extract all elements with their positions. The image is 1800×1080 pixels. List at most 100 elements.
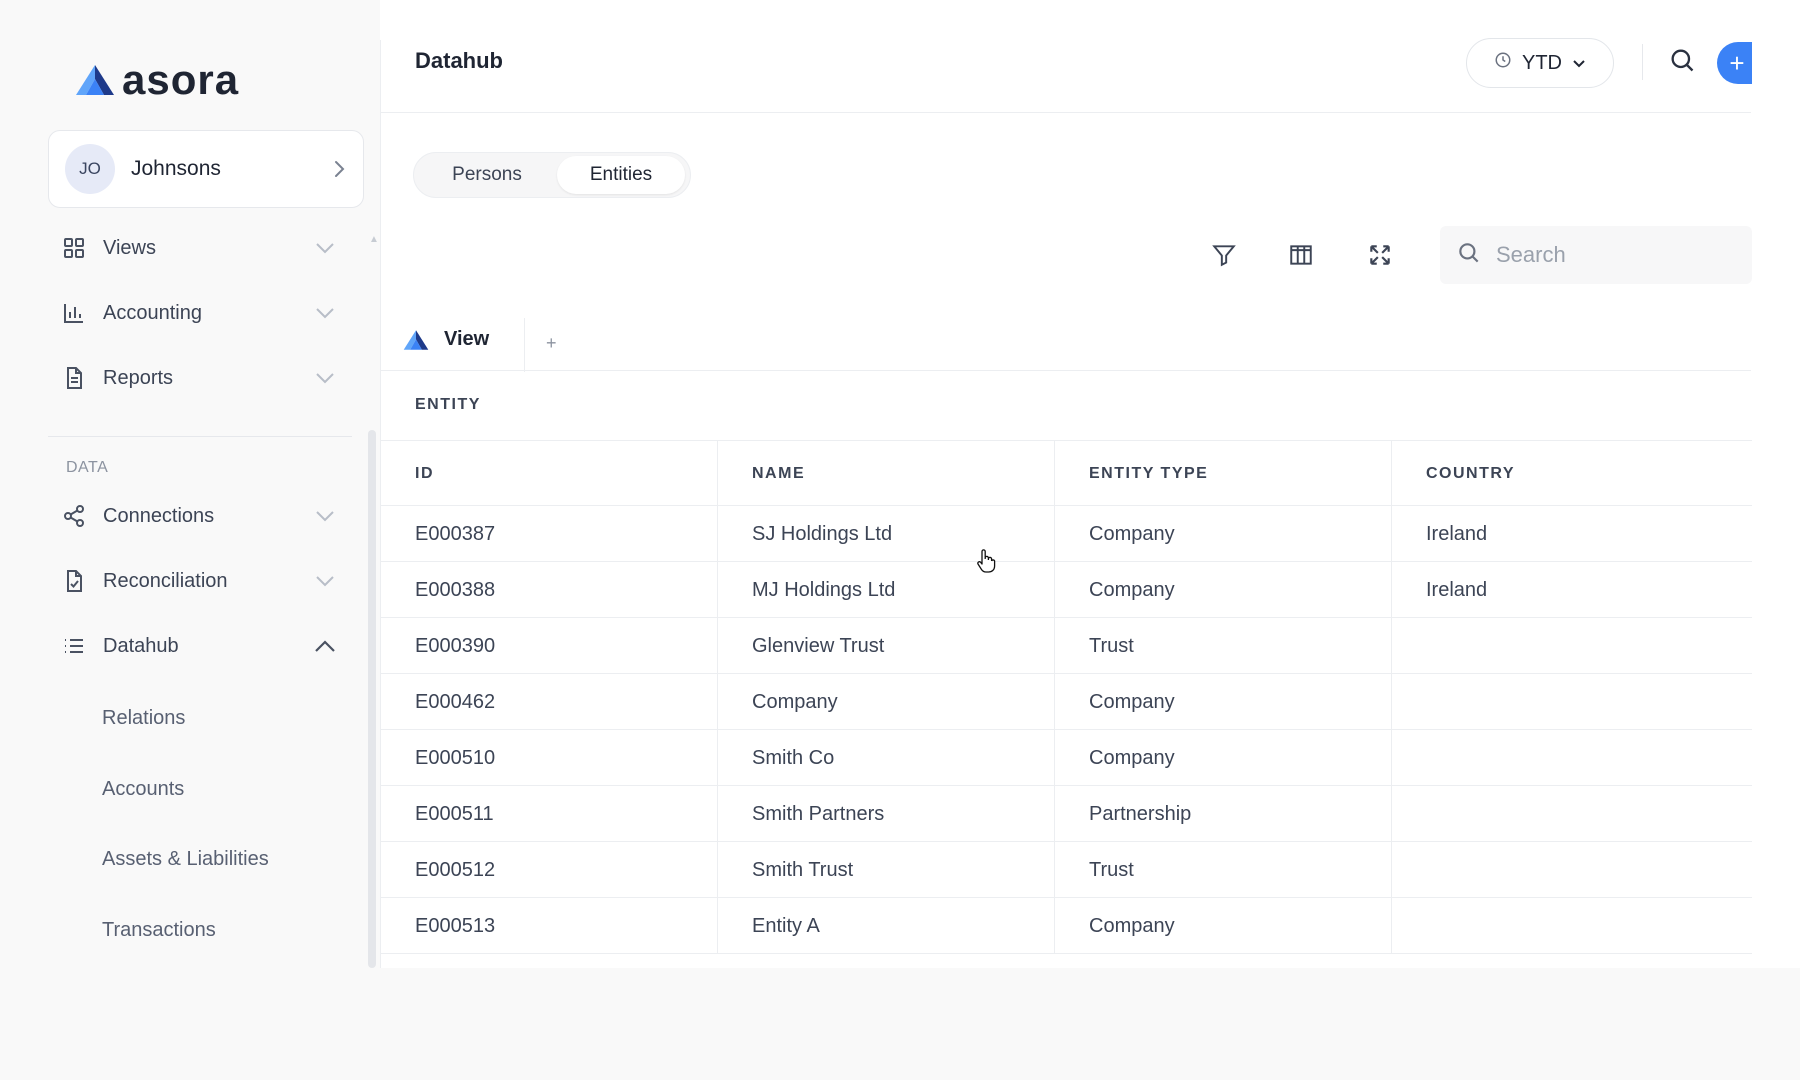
sidebar-scrollbar[interactable] xyxy=(368,430,376,968)
hand-cursor-icon xyxy=(976,548,996,579)
grid-icon xyxy=(60,234,88,262)
tab-persons[interactable]: Persons xyxy=(417,156,557,194)
sidebar-item-views[interactable]: Views xyxy=(60,228,340,268)
cell-country xyxy=(1392,730,1752,786)
cell-country: Ireland xyxy=(1426,522,1488,545)
cell-country xyxy=(1392,674,1752,730)
search-input[interactable] xyxy=(1496,242,1726,268)
table-body: E000387 SJ Holdings Ltd Company Ireland E000… xyxy=(381,506,1752,954)
right-margin xyxy=(1752,0,1800,968)
sidebar-item-accounting[interactable]: Accounting xyxy=(60,293,340,333)
scroll-up-icon[interactable]: ▲ xyxy=(369,234,379,245)
cell-country xyxy=(1392,786,1752,842)
sidebar-item-label: Datahub xyxy=(103,634,179,657)
cell-name: Smith Co xyxy=(718,730,1055,786)
brand-logo[interactable]: asora xyxy=(74,56,239,104)
cell-name: Company xyxy=(718,674,1055,730)
cell-country xyxy=(1392,898,1752,954)
chevron-down-icon xyxy=(310,575,340,587)
bar-chart-icon xyxy=(60,299,88,327)
table-row[interactable]: E000388 MJ Holdings Ltd Company Ireland xyxy=(381,562,1752,618)
search-icon[interactable] xyxy=(1668,46,1696,79)
period-label: YTD xyxy=(1522,51,1562,74)
columns-icon[interactable] xyxy=(1284,238,1318,272)
page-title: Datahub xyxy=(415,48,503,73)
app-window: asora JO Johnsons Views Accounting Repor… xyxy=(0,0,1800,968)
tab-entities[interactable]: Entities xyxy=(557,156,685,194)
org-name: Johnsons xyxy=(131,157,221,180)
chevron-down-icon xyxy=(310,307,340,319)
cell-id: E000512 xyxy=(381,842,718,898)
sidebar-subitem-transactions[interactable]: Transactions xyxy=(102,919,216,942)
cell-name: Glenview Trust xyxy=(718,618,1055,674)
cell-country: Ireland xyxy=(1426,578,1488,601)
cell-id: E000510 xyxy=(381,730,718,786)
org-switcher[interactable]: JO Johnsons xyxy=(48,130,364,208)
filter-icon[interactable] xyxy=(1207,238,1241,272)
table-row[interactable]: E000462 Company Company xyxy=(381,674,1752,730)
chevron-down-icon xyxy=(1572,52,1586,75)
table-header-row: ID NAME ENTITY TYPE COUNTRY xyxy=(381,440,1752,507)
sidebar-item-connections[interactable]: Connections xyxy=(60,496,340,536)
sidebar-subitem-assets-liabilities[interactable]: Assets & Liabilities xyxy=(102,848,269,871)
sidebar-item-label: Views xyxy=(103,236,156,259)
sidebar: asora JO Johnsons Views Accounting Repor… xyxy=(0,0,380,968)
list-icon xyxy=(60,632,88,660)
table-row[interactable]: E000390 Glenview Trust Trust xyxy=(381,618,1752,674)
cell-entity-type: Company xyxy=(1055,674,1392,730)
asora-logo-icon xyxy=(76,65,114,95)
sidebar-divider xyxy=(48,436,352,437)
cell-entity-type: Partnership xyxy=(1055,786,1392,842)
cell-entity-type: Company xyxy=(1055,730,1392,786)
sidebar-section-label: DATA xyxy=(66,459,109,476)
chevron-right-icon xyxy=(315,159,363,179)
cell-id: E000513 xyxy=(381,898,718,954)
column-header-entity-type[interactable]: ENTITY TYPE xyxy=(1055,441,1392,507)
cell-name: MJ Holdings Ltd xyxy=(718,562,1055,618)
cell-entity-type: Company xyxy=(1055,898,1392,954)
sidebar-item-reports[interactable]: Reports xyxy=(60,358,340,398)
table-row[interactable]: E000513 Entity A Company xyxy=(381,898,1752,954)
column-header-country[interactable]: COUNTRY xyxy=(1392,441,1752,507)
tab-view[interactable]: View xyxy=(402,328,489,351)
header-divider xyxy=(1642,44,1643,80)
cell-id: E000387 xyxy=(381,506,718,562)
sidebar-item-datahub[interactable]: Datahub xyxy=(60,626,340,666)
expand-icon[interactable] xyxy=(1363,238,1397,272)
table-row[interactable]: E000510 Smith Co Company xyxy=(381,730,1752,786)
sidebar-item-reconciliation[interactable]: Reconciliation xyxy=(60,561,340,601)
cell-id: E000388 xyxy=(381,562,718,618)
cell-entity-type: Trust xyxy=(1055,618,1392,674)
cell-name: Smith Partners xyxy=(718,786,1055,842)
cell-name: SJ Holdings Ltd xyxy=(718,506,1055,562)
add-button[interactable]: + xyxy=(1717,42,1757,84)
chevron-down-icon xyxy=(310,242,340,254)
table-row[interactable]: E000387 SJ Holdings Ltd Company Ireland xyxy=(381,506,1752,562)
asora-logo-icon xyxy=(403,329,429,350)
entities-table: ID NAME ENTITY TYPE COUNTRY E000387 SJ Ho… xyxy=(381,440,1752,954)
column-header-id[interactable]: ID xyxy=(381,441,718,507)
chevron-down-icon xyxy=(310,510,340,522)
table-caption: ENTITY xyxy=(415,396,481,413)
sidebar-subitem-relations[interactable]: Relations xyxy=(102,707,185,730)
period-selector[interactable]: YTD xyxy=(1466,38,1614,88)
cell-name: Entity A xyxy=(718,898,1055,954)
file-check-icon xyxy=(60,567,88,595)
table-row[interactable]: E000511 Smith Partners Partnership xyxy=(381,786,1752,842)
table-row[interactable]: E000512 Smith Trust Trust xyxy=(381,842,1752,898)
tabs-divider-line xyxy=(381,370,1751,371)
tab-divider xyxy=(524,318,525,372)
cell-entity-type: Company xyxy=(1055,506,1392,562)
sidebar-subitem-accounts[interactable]: Accounts xyxy=(102,778,184,801)
cell-country xyxy=(1392,618,1752,674)
plus-icon: + xyxy=(1729,47,1745,78)
window-bottom-area xyxy=(0,968,1800,1080)
brand-name: asora xyxy=(122,56,240,103)
cell-id: E000390 xyxy=(381,618,718,674)
share-icon xyxy=(60,502,88,530)
avatar: JO xyxy=(65,144,115,194)
cell-id: E000462 xyxy=(381,674,718,730)
search-icon xyxy=(1456,240,1482,271)
add-view-button[interactable]: + xyxy=(546,333,557,354)
column-header-name[interactable]: NAME xyxy=(718,441,1055,507)
